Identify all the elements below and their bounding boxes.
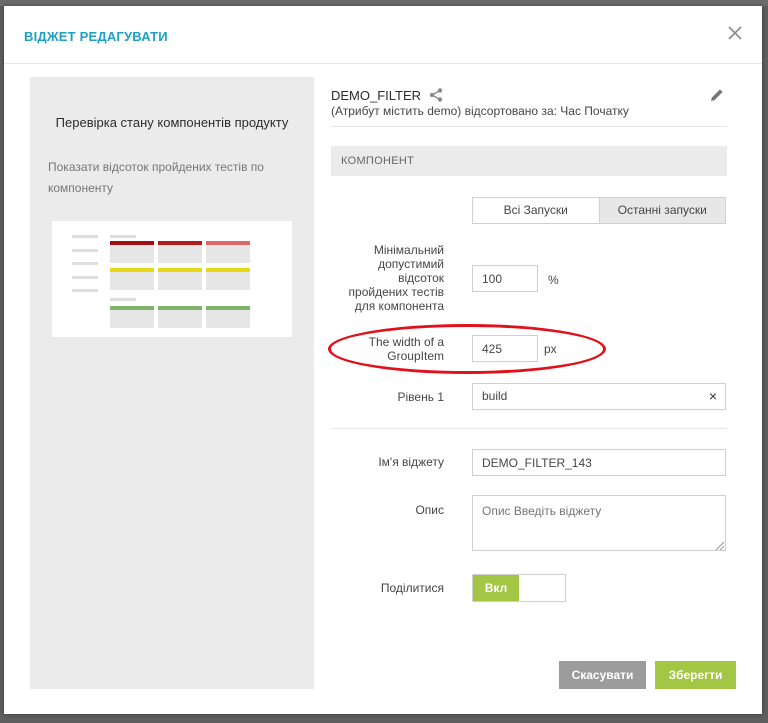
launch-mode-tabs: Всі Запуски Останні запуски xyxy=(472,197,726,224)
thumb-cell xyxy=(206,241,250,263)
tab-all-launches[interactable]: Всі Запуски xyxy=(473,198,599,223)
modal-header: ВІДЖЕТ РЕДАГУВАТИ xyxy=(4,6,762,64)
share-icon xyxy=(428,87,444,103)
min-percent-input[interactable] xyxy=(472,265,538,292)
min-percent-label: Мінімальний допустимий відсоток пройдени… xyxy=(348,243,444,313)
thumb-line xyxy=(72,262,98,265)
modal-title: ВІДЖЕТ РЕДАГУВАТИ xyxy=(24,29,168,44)
thumb-line xyxy=(110,235,136,238)
widget-filter-description: (Атрибут містить demo) відсортовано за: … xyxy=(331,104,629,118)
widget-name-label: Ім'я віджету xyxy=(378,455,444,469)
share-label: Поділитися xyxy=(380,581,444,595)
level-1-value: build xyxy=(482,389,508,403)
thumb-cell xyxy=(206,268,250,290)
preview-thumbnail xyxy=(52,221,292,337)
widget-filter-name: DEMO_FILTER xyxy=(331,88,422,103)
thumb-cell xyxy=(110,268,154,290)
widget-preview-panel: Перевірка стану компонентів продукту Пок… xyxy=(30,77,314,689)
group-width-unit: px xyxy=(544,342,557,356)
close-icon[interactable] xyxy=(726,24,744,42)
share-toggle[interactable]: Вкл xyxy=(472,574,566,602)
description-textarea[interactable] xyxy=(472,495,726,551)
level-1-label: Рівень 1 xyxy=(397,390,444,404)
preview-description: Показати відсоток пройдених тестів по ко… xyxy=(48,160,264,195)
divider xyxy=(331,126,727,127)
thumb-line xyxy=(110,298,136,301)
clear-icon[interactable]: × xyxy=(709,384,717,409)
group-width-label: The width of a GroupItem xyxy=(368,335,444,363)
thumb-line xyxy=(72,289,98,292)
section-header: КОМПОНЕНТ xyxy=(331,146,727,176)
divider xyxy=(331,428,727,429)
thumb-cell xyxy=(206,306,250,328)
save-button[interactable]: Зберегти xyxy=(655,661,736,689)
tab-latest-launches[interactable]: Останні запуски xyxy=(598,198,725,223)
thumb-cell xyxy=(110,306,154,328)
group-width-input[interactable] xyxy=(472,335,538,362)
share-toggle-on: Вкл xyxy=(473,575,519,601)
thumb-line xyxy=(72,235,98,238)
level-1-input[interactable]: build × xyxy=(472,383,726,410)
thumb-cell xyxy=(158,241,202,263)
resize-grip-icon[interactable] xyxy=(715,539,725,551)
min-percent-unit: % xyxy=(548,273,559,287)
preview-title: Перевірка стану компонентів продукту xyxy=(55,115,289,130)
pencil-icon[interactable] xyxy=(709,87,725,103)
widget-name-input[interactable] xyxy=(472,449,726,476)
thumb-line xyxy=(72,276,98,279)
thumb-line xyxy=(72,249,98,252)
section-label: КОМПОНЕНТ xyxy=(341,155,415,167)
thumb-cell xyxy=(110,241,154,263)
description-label: Опис xyxy=(415,503,444,517)
thumb-cell xyxy=(158,306,202,328)
thumb-cell xyxy=(158,268,202,290)
cancel-button[interactable]: Скасувати xyxy=(559,661,646,689)
